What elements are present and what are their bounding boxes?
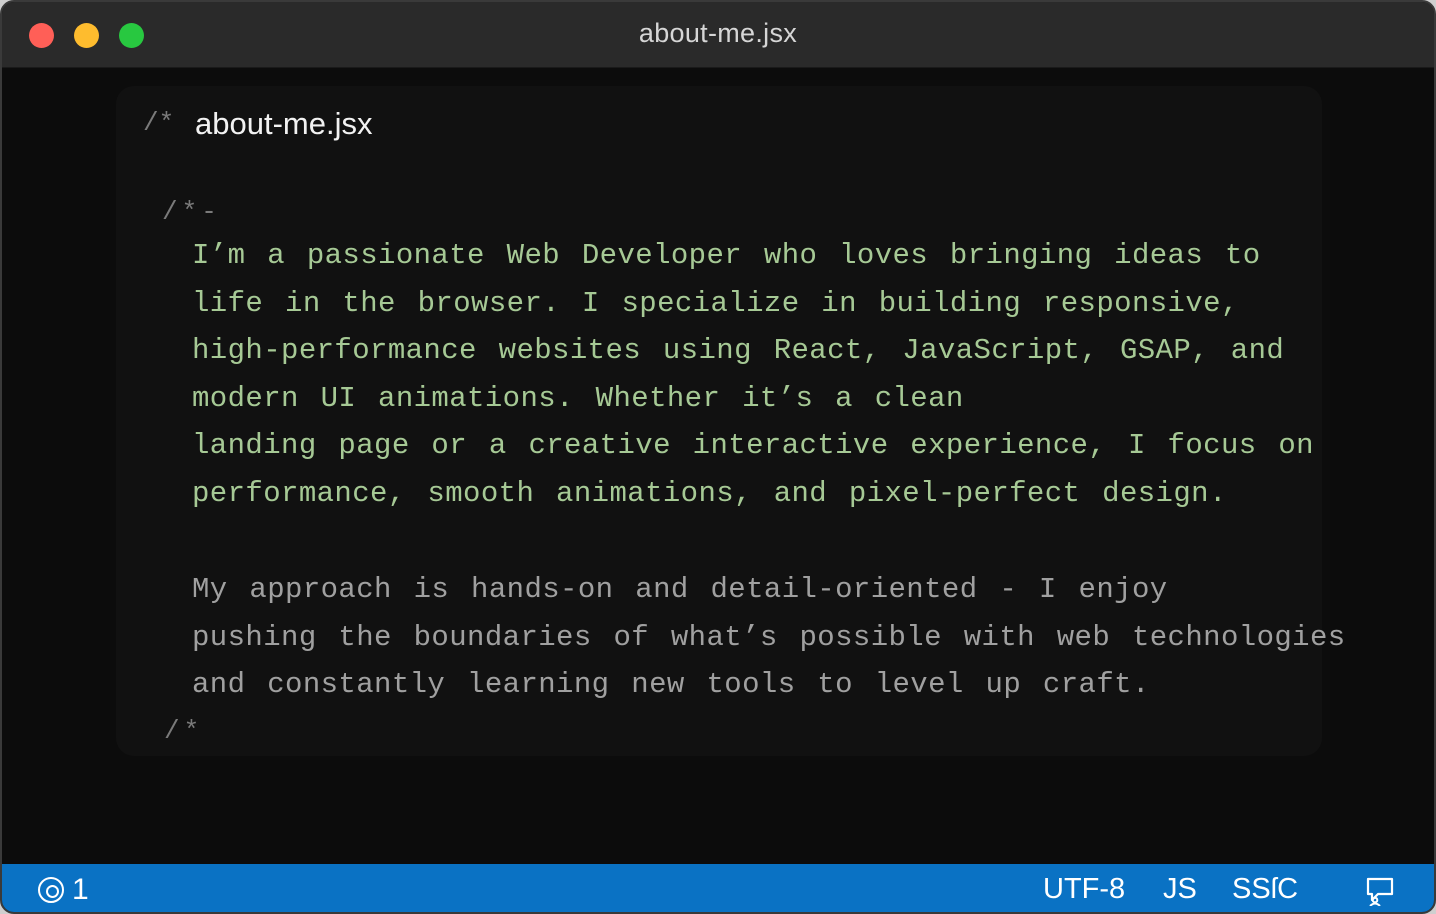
language-mode-selector[interactable]: JS	[1163, 873, 1197, 906]
code-line: performance, smooth animations, and pixe…	[192, 476, 1227, 510]
open-comment-token: /*-	[162, 197, 221, 227]
window-title: about-me.jsx	[638, 18, 798, 48]
title-bar[interactable]: about-me.jsx	[2, 2, 1434, 68]
code-line: I’m a passionate Web Developer who loves…	[192, 239, 1261, 272]
editor-mode-indicator[interactable]: SSſC	[1232, 873, 1298, 906]
code-line: high-performance websites using React, J…	[192, 334, 1285, 368]
code-line: My approach is hands-on and detail-orien…	[192, 573, 1168, 606]
editor-window: about-me.jsx /* about-me.jsx /*- I’m a p…	[0, 0, 1436, 914]
header-filename: about-me.jsx	[195, 106, 373, 141]
code-line: and constantly learning new tools to lev…	[192, 668, 1150, 702]
close-comment-token: /*	[164, 716, 204, 746]
status-bar: 1 UTF-8 JS SSſC	[2, 864, 1434, 912]
code-line: landing page or a creative interactive e…	[192, 429, 1314, 463]
code-line: life in the browser. I specialize in bui…	[192, 286, 1239, 320]
code-line: pushing the boundaries of what’s possibl…	[192, 620, 1346, 654]
problems-count[interactable]: 1	[72, 873, 89, 907]
approach-paragraph[interactable]: My approach is hands-on and detail-orien…	[192, 566, 1346, 709]
feedback-icon[interactable]	[1364, 876, 1396, 906]
encoding-selector[interactable]: UTF-8	[1043, 873, 1125, 906]
header-comment-mark: /*	[143, 108, 175, 138]
broadcast-icon[interactable]	[38, 877, 64, 903]
code-line: modern UI animations. Whether it’s a cle…	[192, 381, 964, 415]
intro-paragraph[interactable]: I’m a passionate Web Developer who loves…	[192, 232, 1314, 518]
